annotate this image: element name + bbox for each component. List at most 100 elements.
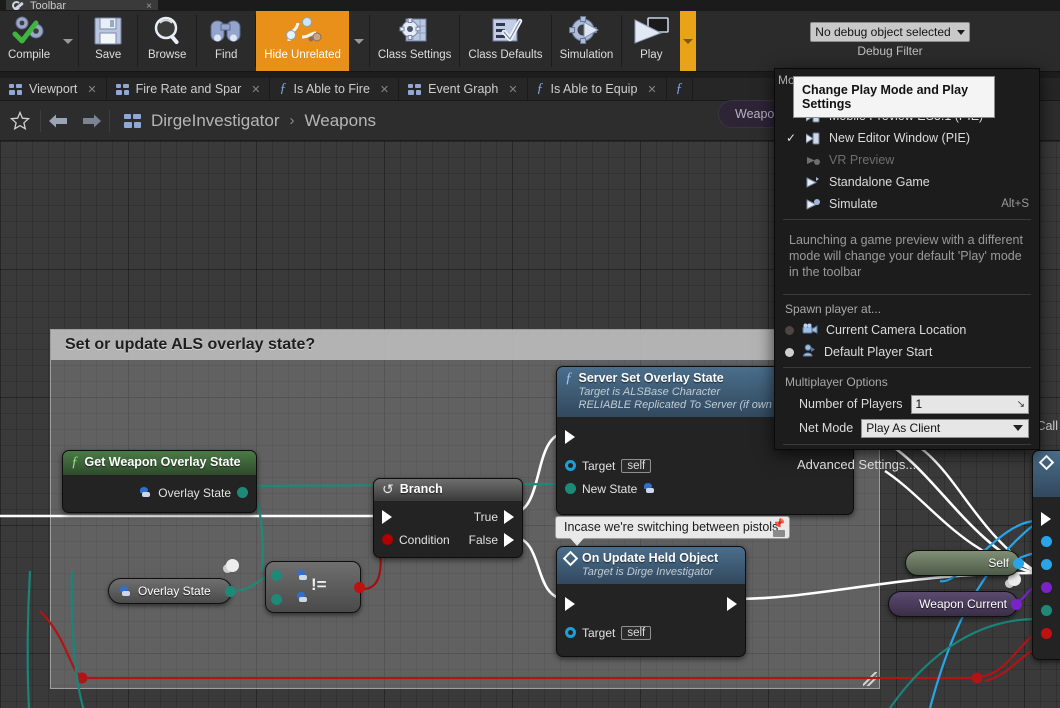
exec-input-pin[interactable]	[565, 429, 575, 444]
pin-dot[interactable]	[1041, 605, 1052, 616]
tab-is-able-to-fire[interactable]: ƒ Is Able to Fire ✕	[270, 78, 400, 100]
output-pin-dot[interactable]	[1013, 557, 1024, 569]
back-arrow-icon[interactable]	[41, 112, 75, 130]
object-pin-icon[interactable]	[565, 627, 576, 638]
node-branch[interactable]: ↺ Branch True Condition False	[373, 478, 523, 558]
object-pin-icon[interactable]	[565, 460, 576, 471]
pin-knob[interactable]	[226, 559, 239, 572]
output-pin-dot[interactable]	[225, 585, 236, 597]
close-icon[interactable]: ✕	[251, 83, 260, 96]
tab-is-able-to-equip[interactable]: ƒ Is Able to Equip ✕	[528, 78, 667, 100]
camera-icon	[802, 323, 818, 338]
simulation-button[interactable]: Simulation	[552, 11, 622, 71]
save-label: Save	[95, 49, 122, 61]
tab-viewport[interactable]: Viewport ✕	[0, 78, 107, 100]
pin-dot[interactable]	[237, 487, 248, 498]
tab-fire-rate-and-spar[interactable]: Fire Rate and Spar ✕	[107, 78, 271, 100]
save-button[interactable]: Save	[79, 11, 137, 71]
exec-output-pin-false[interactable]	[504, 532, 514, 547]
close-icon[interactable]: ✕	[647, 83, 656, 96]
spawn-option-label: Current Camera Location	[826, 323, 967, 337]
stepper-icon[interactable]: ↘	[1017, 399, 1025, 410]
play-mode-menu[interactable]: Mobile Preview ES3.1 (PIE) ✓ New Editor …	[774, 68, 1040, 472]
node-get-weapon-overlay-state[interactable]: ƒ Get Weapon Overlay State Overlay State	[62, 450, 257, 513]
node-not-equal-enum[interactable]: !=	[265, 561, 365, 613]
enum-pin-dot[interactable]	[565, 483, 576, 494]
input-pin-a[interactable]	[271, 570, 282, 581]
class-settings-button[interactable]: Class Settings	[370, 11, 460, 71]
enum-icon-a	[296, 570, 309, 581]
close-icon[interactable]: ✕	[508, 83, 517, 96]
exec-input-pin[interactable]	[565, 596, 575, 611]
node-comment-bubble[interactable]: Incase we're switching between pistols 📌	[555, 516, 790, 546]
exec-output-pin[interactable]	[727, 596, 737, 611]
breadcrumb-segment-graph[interactable]: Weapons	[305, 111, 377, 131]
enum-pin-icon	[119, 585, 132, 597]
resize-handle-icon[interactable]	[863, 672, 877, 686]
exec-output-pin-true[interactable]	[504, 509, 514, 524]
node-self-getter[interactable]: Self	[905, 550, 1024, 576]
exec-input-pin[interactable]	[1041, 511, 1051, 526]
node-overlay-state-getter[interactable]: Overlay State	[108, 578, 236, 604]
hide-unrelated-button[interactable]: Hide Unrelated	[256, 11, 349, 71]
hide-unrelated-icon	[280, 13, 326, 49]
menu-item-new-editor-window[interactable]: ✓ New Editor Window (PIE)	[775, 127, 1039, 149]
compile-label: Compile	[8, 49, 51, 61]
chevron-down-icon	[956, 29, 965, 35]
net-mode-select[interactable]: Play As Client	[861, 418, 1029, 438]
branch-exec-row: True	[374, 505, 522, 528]
node-on-update-held-object[interactable]: On Update Held Object Target is Dirge In…	[556, 546, 746, 657]
node-title: On Update Held Object	[582, 551, 719, 565]
node-weapon-current-getter[interactable]: Weapon Current	[888, 591, 1022, 617]
compile-dropdown-arrow[interactable]	[58, 11, 78, 71]
debug-object-combo[interactable]: No debug object selected	[810, 22, 970, 42]
compile-button[interactable]: Compile	[0, 11, 58, 71]
exec-input-pin[interactable]	[382, 509, 392, 524]
menu-item-label: Standalone Game	[829, 175, 930, 189]
play-button[interactable]: Play	[622, 11, 680, 71]
pin-dot[interactable]	[1041, 536, 1052, 547]
browse-button[interactable]: Browse	[138, 11, 196, 71]
close-icon[interactable]: ✕	[380, 83, 389, 96]
net-mode-label: Net Mode	[799, 421, 854, 435]
pin-dot[interactable]	[1041, 582, 1052, 593]
class-defaults-button[interactable]: Class Defaults	[460, 11, 550, 71]
tab-overflow[interactable]: ƒ	[667, 78, 693, 100]
pin-dot[interactable]	[1041, 628, 1052, 639]
pin-label-condition: Condition	[399, 532, 450, 547]
menu-item-simulate[interactable]: Simulate Alt+S	[775, 193, 1039, 215]
tab-event-graph[interactable]: Event Graph ✕	[399, 78, 528, 100]
target-self-value[interactable]: self	[621, 458, 652, 473]
pin-icon[interactable]: 📌	[773, 519, 785, 530]
chevron-down-icon	[1013, 425, 1023, 431]
play-label: Play	[640, 49, 663, 61]
advanced-settings-item[interactable]: Advanced Settings...	[775, 449, 1039, 476]
radio-icon	[785, 325, 794, 335]
find-button[interactable]: Find	[197, 11, 255, 71]
node-right-edge-event[interactable]	[1032, 450, 1060, 660]
number-of-players-input[interactable]: 1 ↘	[910, 394, 1029, 414]
play-dropdown-arrow[interactable]	[680, 11, 697, 71]
output-pin-overlay-state[interactable]: Overlay State	[63, 481, 256, 504]
input-pin-b[interactable]	[271, 594, 282, 605]
hide-unrelated-dropdown-arrow[interactable]	[349, 11, 369, 71]
pin-dot[interactable]	[1041, 559, 1052, 570]
spawn-option-current-camera[interactable]: Current Camera Location	[775, 319, 1039, 341]
simulate-icon	[805, 198, 821, 211]
breadcrumb-segment-blueprint[interactable]: DirgeInvestigator	[151, 111, 280, 131]
node-title: Branch	[399, 482, 443, 496]
output-pin-bool[interactable]	[354, 582, 365, 593]
output-pin-dot[interactable]	[1011, 598, 1022, 610]
close-icon[interactable]: ✕	[87, 83, 96, 96]
forward-arrow-icon[interactable]	[75, 112, 109, 130]
spawn-option-default-player-start[interactable]: Default Player Start	[775, 341, 1039, 363]
favorite-star-icon[interactable]	[0, 110, 40, 131]
radio-icon	[785, 347, 794, 357]
function-icon: ƒ	[565, 370, 573, 386]
target-self-value[interactable]: self	[621, 625, 652, 640]
node-subtitle-replication: RELIABLE Replicated To Server (if own	[578, 399, 772, 411]
bool-input-pin[interactable]	[382, 534, 393, 545]
menu-item-standalone-game[interactable]: Standalone Game	[775, 171, 1039, 193]
browse-icon	[150, 13, 184, 49]
chevron-down-icon	[683, 38, 694, 44]
